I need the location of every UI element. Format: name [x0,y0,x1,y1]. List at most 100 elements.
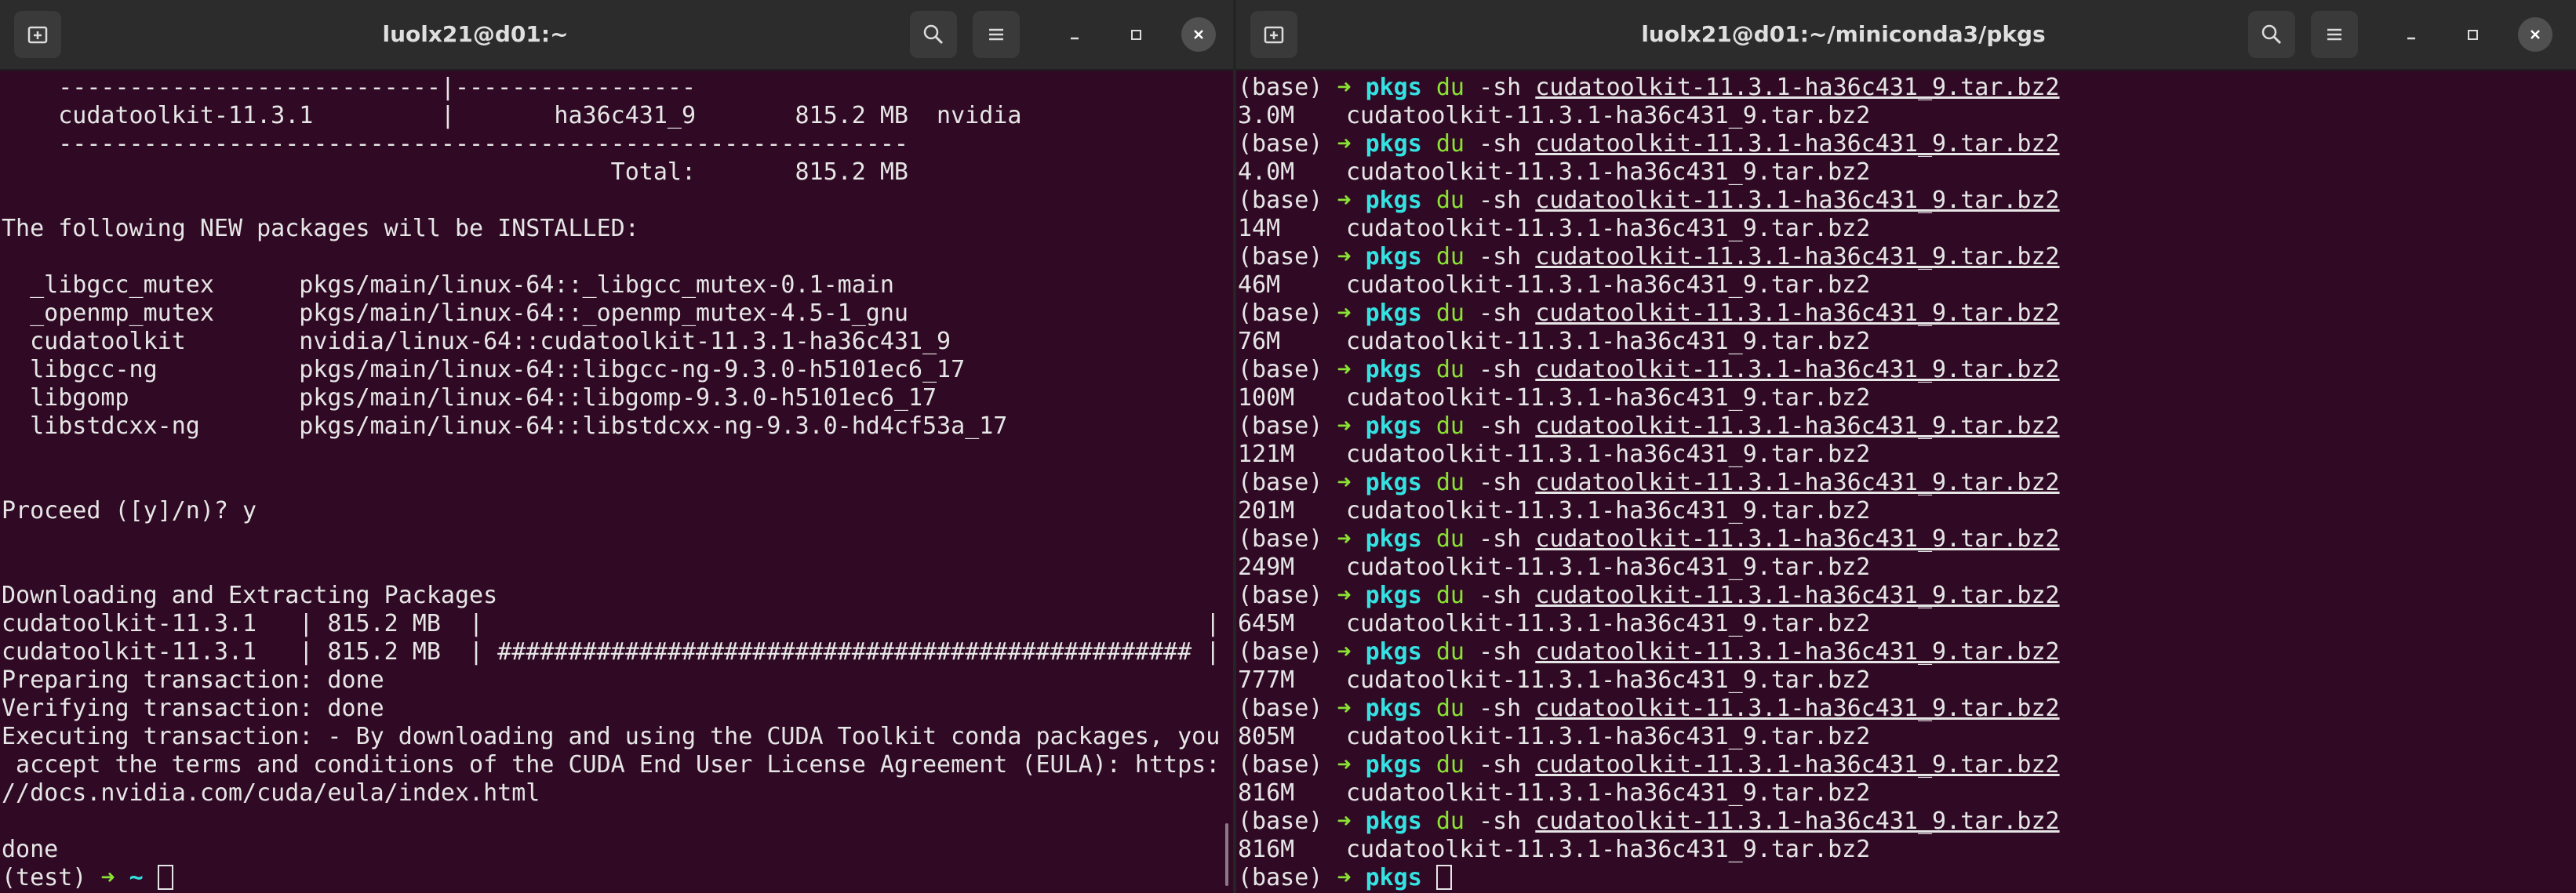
menu-button[interactable] [973,11,1020,58]
file-path-link[interactable]: cudatoolkit-11.3.1-ha36c431_9.tar.bz2 [1535,243,2059,270]
command-line: (base) ➜ pkgs du -sh cudatoolkit-11.3.1-… [1238,130,2576,158]
scrollbar[interactable] [1225,823,1228,886]
command-args: -sh [1479,74,1522,101]
du-output-line: 777M cudatoolkit-11.3.1-ha36c431_9.tar.bz… [1238,666,2576,695]
prompt-arrow: ➜ [1337,751,1352,779]
new-tab-button[interactable] [14,11,61,58]
file-path-link[interactable]: cudatoolkit-11.3.1-ha36c431_9.tar.bz2 [1535,130,2059,158]
prompt-line: (test) ➜ ~ [2,864,1233,892]
command-args: -sh [1479,299,1522,327]
file-path-link[interactable]: cudatoolkit-11.3.1-ha36c431_9.tar.bz2 [1535,808,2059,835]
new-tab-icon [1264,26,1284,44]
prompt-arrow: ➜ [1337,638,1352,666]
minimize-button[interactable] [1057,17,1092,52]
prompt-dir: pkgs [1365,582,1422,609]
prompt-dir: pkgs [1365,130,1422,158]
prompt-env: (base) [1238,356,1323,383]
prompt-env: (base) [1238,74,1323,101]
file-size: 816M [1238,836,1295,863]
output-line: //docs.nvidia.com/cuda/eula/index.html [2,779,540,807]
new-tab-icon [27,26,48,44]
maximize-button[interactable] [1119,17,1153,52]
prompt-dir: pkgs [1365,299,1422,327]
close-button[interactable] [1181,17,1216,52]
file-path-link[interactable]: cudatoolkit-11.3.1-ha36c431_9.tar.bz2 [1535,356,2059,383]
minimize-button[interactable] [2394,17,2429,52]
terminal-output[interactable]: (base) ➜ pkgs du -sh cudatoolkit-11.3.1-… [1236,71,2576,893]
menu-button[interactable] [2311,11,2358,58]
command-line: (base) ➜ pkgs du -sh cudatoolkit-11.3.1-… [1238,695,2576,723]
file-path-link[interactable]: cudatoolkit-11.3.1-ha36c431_9.tar.bz2 [1535,695,2059,722]
du-output-line: 121M cudatoolkit-11.3.1-ha36c431_9.tar.bz… [1238,441,2576,469]
prompt-dir: pkgs [1365,356,1422,383]
prompt-env: (base) [1238,469,1323,496]
du-output-line: 645M cudatoolkit-11.3.1-ha36c431_9.tar.bz… [1238,610,2576,638]
file-size: 645M [1238,610,1295,637]
command-args: -sh [1479,582,1522,609]
prompt-arrow: ➜ [1337,243,1352,270]
command-line: (base) ➜ pkgs du -sh cudatoolkit-11.3.1-… [1238,525,2576,554]
output-line: _libgcc_mutex pkgs/main/linux-64::_libgc… [2,271,894,299]
terminal-window-left: luolx21@d01:~ --------------------------… [0,0,1233,893]
file-name: cudatoolkit-11.3.1-ha36c431_9.tar.bz2 [1346,271,1871,299]
file-path-link[interactable]: cudatoolkit-11.3.1-ha36c431_9.tar.bz2 [1535,74,2059,101]
output-line: done [2,836,59,863]
file-path-link[interactable]: cudatoolkit-11.3.1-ha36c431_9.tar.bz2 [1535,582,2059,609]
search-button[interactable] [910,11,957,58]
file-name: cudatoolkit-11.3.1-ha36c431_9.tar.bz2 [1346,497,1871,525]
du-output-line: 14M cudatoolkit-11.3.1-ha36c431_9.tar.bz2 [1238,215,2576,243]
command-args: -sh [1479,638,1522,666]
maximize-button[interactable] [2455,17,2490,52]
file-path-link[interactable]: cudatoolkit-11.3.1-ha36c431_9.tar.bz2 [1535,469,2059,496]
file-path-link[interactable]: cudatoolkit-11.3.1-ha36c431_9.tar.bz2 [1535,751,2059,779]
file-name: cudatoolkit-11.3.1-ha36c431_9.tar.bz2 [1346,723,1871,750]
command-args: -sh [1479,130,1522,158]
titlebar: luolx21@d01:~/miniconda3/pkgs [1236,0,2576,71]
prompt-arrow: ➜ [1337,469,1352,496]
output-line: ---------------------------|------------… [2,74,697,101]
prompt-arrow: ➜ [1337,74,1352,101]
new-tab-button[interactable] [1250,11,1297,58]
minimize-icon [2407,37,2415,40]
titlebar: luolx21@d01:~ [0,0,1233,71]
command-name: du [1435,808,1464,835]
window-title: luolx21@d01:~ [382,21,569,47]
prompt-env: (base) [1238,187,1323,214]
prompt-dir: pkgs [1365,243,1422,270]
file-name: cudatoolkit-11.3.1-ha36c431_9.tar.bz2 [1346,102,1871,129]
file-path-link[interactable]: cudatoolkit-11.3.1-ha36c431_9.tar.bz2 [1535,187,2059,214]
file-path-link[interactable]: cudatoolkit-11.3.1-ha36c431_9.tar.bz2 [1535,412,2059,440]
command-args: -sh [1479,412,1522,440]
prompt-env: (base) [1238,582,1323,609]
command-name: du [1435,356,1464,383]
prompt-env: (base) [1238,130,1323,158]
prompt-arrow: ➜ [1337,356,1352,383]
file-size: 100M [1238,384,1295,412]
prompt-arrow: ➜ [1337,130,1352,158]
text-cursor[interactable] [157,865,173,890]
output-line: cudatoolkit nvidia/linux-64::cudatoolkit… [2,328,951,355]
file-size: 4.0M [1238,158,1295,186]
maximize-icon [2468,30,2478,40]
prompt-env: (test) [2,864,87,891]
maximize-icon [1131,30,1141,40]
command-name: du [1435,130,1464,158]
search-button[interactable] [2248,11,2295,58]
prompt-arrow: ➜ [1337,695,1352,722]
file-path-link[interactable]: cudatoolkit-11.3.1-ha36c431_9.tar.bz2 [1535,638,2059,666]
file-path-link[interactable]: cudatoolkit-11.3.1-ha36c431_9.tar.bz2 [1535,525,2059,553]
close-icon [1194,30,1203,39]
file-name: cudatoolkit-11.3.1-ha36c431_9.tar.bz2 [1346,836,1871,863]
file-path-link[interactable]: cudatoolkit-11.3.1-ha36c431_9.tar.bz2 [1535,299,2059,327]
terminal-output[interactable]: ---------------------------|------------… [0,71,1233,893]
text-cursor[interactable] [1435,865,1452,890]
du-output-line: 805M cudatoolkit-11.3.1-ha36c431_9.tar.bz… [1238,723,2576,751]
close-button[interactable] [2518,17,2552,52]
prompt-arrow: ➜ [1337,525,1352,553]
prompt-env: (base) [1238,299,1323,327]
